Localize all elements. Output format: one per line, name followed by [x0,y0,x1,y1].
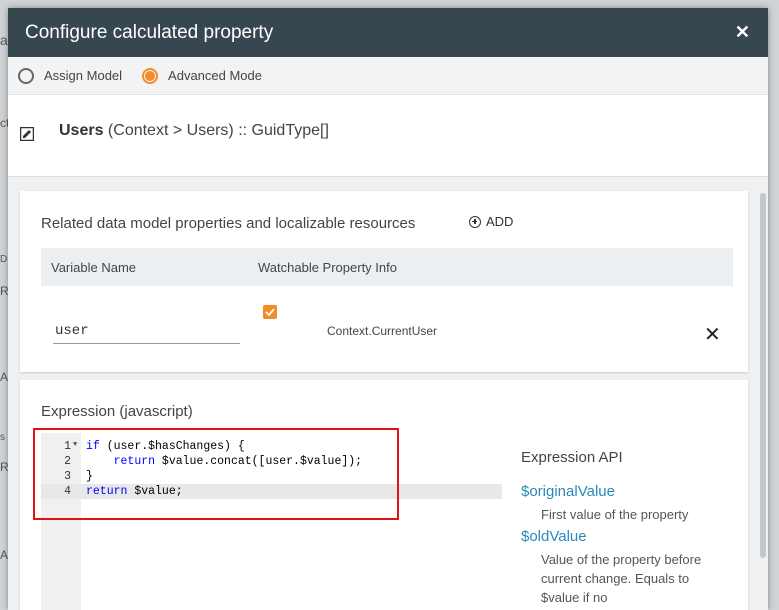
line-number: 3 [64,470,71,483]
code-line-active: 4 return $value; [41,484,502,499]
expression-card: Expression (javascript) 1 ▼ if (user.$ha… [20,380,748,610]
edit-icon[interactable] [20,126,34,141]
api-link-originalvalue[interactable]: $originalValue [521,483,721,500]
code-editor[interactable]: 1 ▼ if (user.$hasChanges) { 2 return $va… [41,433,502,610]
radio-label: Assign Model [44,68,123,83]
bg-text: s [0,432,5,443]
api-description: First value of the property [541,507,689,522]
property-header: Users (Context > Users) :: GuidType[] [8,95,768,177]
column-header-variable-name: Variable Name [51,260,137,275]
code-line: 3 } [41,469,502,484]
dialog-title: Configure calculated property [25,21,274,43]
api-description: Value of the property before current cha… [541,552,702,605]
line-number: 4 [64,485,71,498]
variable-name-input[interactable] [53,319,240,344]
line-number: 1 [64,440,71,453]
mode-selector: Assign Model Advanced Mode [8,57,768,95]
fold-arrow-icon[interactable]: ▼ [73,438,77,453]
property-path: (Context > Users) :: GuidType[] [103,121,329,139]
radio-unchecked-icon [18,67,34,84]
checkmark-icon [265,308,275,317]
expression-api-panel: Expression API $originalValue First valu… [521,449,721,610]
column-header-watchable-info: Watchable Property Info [258,260,397,275]
property-name: Users [59,121,104,139]
table-header: Variable Name Watchable Property Info [41,248,733,286]
code-text: if (user.$hasChanges) { [86,440,245,453]
bg-text: A [0,370,9,384]
add-button[interactable]: ADD [469,214,513,229]
related-properties-card: Related data model properties and locali… [20,191,748,372]
add-label: ADD [486,214,514,229]
dialog-titlebar: Configure calculated property ✕ [8,8,768,57]
expression-title: Expression (javascript) [41,403,193,420]
configure-dialog: Configure calculated property ✕ Assign M… [8,8,768,610]
close-icon[interactable]: ✕ [735,22,750,43]
radio-checked-icon [142,67,159,84]
property-title: Users (Context > Users) :: GuidType[] [59,122,329,140]
remove-row-icon[interactable]: ✕ [704,325,721,345]
line-number: 2 [64,455,71,468]
code-line: 1 ▼ if (user.$hasChanges) { [41,439,502,454]
api-title: Expression API [521,449,623,466]
radio-advanced-mode[interactable]: Advanced Mode [142,67,262,84]
watchable-property-info: Context.CurrentUser [327,324,438,338]
code-line: 2 return $value.concat([user.$value]); [41,454,502,469]
scrollbar-thumb[interactable] [760,193,766,558]
radio-label: Advanced Mode [168,68,262,83]
related-section-title: Related data model properties and locali… [41,215,416,232]
api-link-oldvalue[interactable]: $oldValue [521,528,721,545]
code-text: return $value.concat([user.$value]); [113,455,363,468]
code-text: return $value; [86,485,183,498]
watchable-checkbox[interactable] [263,305,277,319]
add-circle-icon [469,215,481,228]
radio-assign-model[interactable]: Assign Model [18,67,123,84]
code-text: } [86,470,93,483]
